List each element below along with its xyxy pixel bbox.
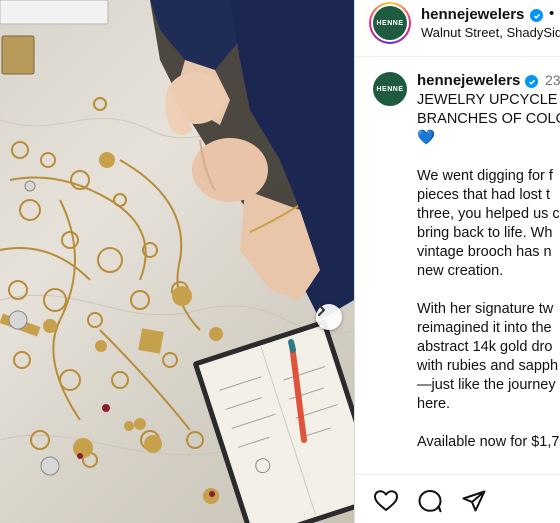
action-bar	[355, 474, 560, 523]
caption-line: —just like the journey	[417, 377, 556, 393]
caption-line: bring back to life. Wh	[417, 225, 553, 241]
post-header: HENNE hennejewelers • Walnut Street, Sha…	[355, 0, 560, 57]
comment-icon[interactable]	[417, 489, 443, 513]
jewelry-photo	[0, 0, 354, 523]
post-time[interactable]: 23	[545, 72, 560, 88]
heart-icon[interactable]	[373, 489, 399, 513]
location-link[interactable]: Walnut Street, ShadySide	[421, 25, 560, 40]
avatar[interactable]: HENNE	[373, 6, 407, 40]
post-photo[interactable]	[0, 0, 354, 523]
caption-line: With her signature tw	[417, 301, 554, 317]
caption-line: vintage brooch has n	[417, 244, 552, 260]
verified-icon	[530, 9, 543, 22]
caption-line: abstract 14k gold dro	[417, 339, 553, 355]
caption-heading-line: BRANCHES OF COLO	[417, 111, 560, 127]
separator-dot: •	[549, 5, 555, 22]
share-icon[interactable]	[461, 489, 487, 513]
caption-heading-line: JEWELRY UPCYCLE I	[417, 92, 560, 108]
chevron-right-icon	[318, 304, 325, 316]
caption-line: three, you helped us c	[417, 206, 560, 222]
header-username[interactable]: hennejewelers	[421, 6, 524, 23]
caption-line: Available now for $1,7	[417, 434, 560, 450]
next-photo-button[interactable]	[316, 304, 342, 330]
caption-line: pieces that had lost t	[417, 187, 550, 203]
caption-line: here.	[417, 396, 451, 412]
caption-line: with rubies and sapph	[417, 358, 559, 374]
caption-line: We went digging for f	[417, 168, 553, 184]
post-detail-panel: HENNE hennejewelers • Walnut Street, Sha…	[354, 0, 560, 523]
caption-line: new creation.	[417, 263, 504, 279]
blue-heart-emoji: 💙	[417, 130, 436, 146]
caption-text: JEWELRY UPCYCLE I BRANCHES OF COLO 💙 We …	[417, 91, 560, 452]
caption-line: reimagined it into the	[417, 320, 552, 336]
caption-avatar[interactable]: HENNE	[373, 72, 407, 106]
verified-icon	[525, 75, 538, 88]
caption-username[interactable]: hennejewelers	[417, 72, 520, 89]
